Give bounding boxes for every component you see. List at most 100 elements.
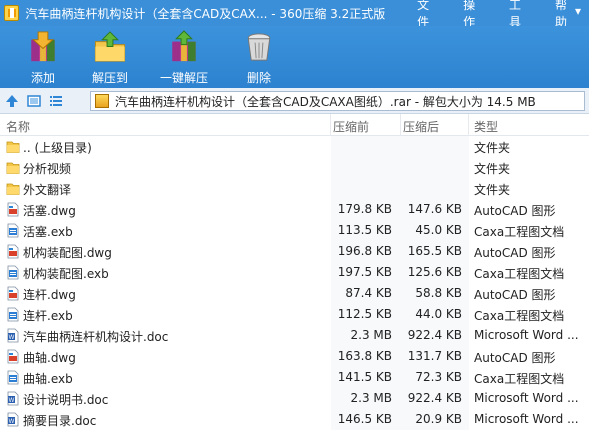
- file-type: 文件夹: [474, 162, 511, 176]
- dwg-file-icon: [6, 202, 20, 217]
- file-size: 2.3 MB: [350, 328, 392, 342]
- file-compressed-size: 165.5 KB: [407, 244, 462, 258]
- file-size: 87.4 KB: [345, 286, 392, 300]
- file-size: 113.5 KB: [337, 223, 392, 237]
- file-row[interactable]: W 设计说明书.doc 2.3 MB 922.4 KB Microsoft Word .…: [0, 388, 589, 409]
- file-row[interactable]: .. (上级目录) 文件夹: [0, 136, 589, 157]
- exb-file-icon: [6, 307, 20, 322]
- extract-to-button[interactable]: 解压到: [78, 26, 142, 86]
- word-file-icon: W: [6, 328, 20, 343]
- extract-to-label: 解压到: [91, 71, 128, 85]
- file-compressed-size: 44.0 KB: [415, 307, 462, 321]
- file-row[interactable]: 活塞.dwg 179.8 KB 147.6 KB AutoCAD 图形: [0, 199, 589, 220]
- file-type: Caxa工程图文档: [474, 225, 565, 239]
- file-row[interactable]: 分析视频 文件夹: [0, 157, 589, 178]
- dwg-file-icon: [6, 349, 20, 364]
- file-name: 连杆.dwg: [23, 288, 76, 302]
- file-size: 197.5 KB: [337, 265, 392, 279]
- file-row[interactable]: 外文翻译 文件夹: [0, 178, 589, 199]
- file-row[interactable]: 活塞.exb 113.5 KB 45.0 KB Caxa工程图文档: [0, 220, 589, 241]
- file-name: 分析视频: [23, 162, 72, 176]
- file-compressed-size: 58.8 KB: [415, 286, 462, 300]
- column-size[interactable]: 压缩前: [333, 118, 369, 135]
- word-file-icon: W: [6, 391, 20, 406]
- column-divider[interactable]: [330, 114, 331, 136]
- file-row[interactable]: W 摘要目录.doc 146.5 KB 20.9 KB Microsoft Word .…: [0, 409, 589, 430]
- up-arrow-icon[interactable]: [2, 91, 22, 111]
- column-type[interactable]: 类型: [474, 118, 498, 135]
- file-name: 摘要目录.doc: [23, 414, 97, 428]
- archive-path-field[interactable]: 汽车曲柄连杆机构设计（全套含CAD及CAXA图纸）.rar - 解包大小为 14…: [90, 91, 585, 111]
- file-type: 文件夹: [474, 141, 511, 155]
- app-logo-icon: [4, 5, 20, 21]
- extract-to-icon: [94, 31, 126, 62]
- file-size: 196.8 KB: [337, 244, 392, 258]
- column-divider[interactable]: [400, 114, 401, 136]
- file-row[interactable]: 机构装配图.exb 197.5 KB 125.6 KB Caxa工程图文档: [0, 262, 589, 283]
- file-compressed-size: 922.4 KB: [407, 391, 462, 405]
- folder-icon: [6, 160, 20, 175]
- chevron-down-icon[interactable]: ▾: [575, 4, 581, 18]
- file-compressed-size: 147.6 KB: [407, 202, 462, 216]
- exb-file-icon: [6, 223, 20, 238]
- file-name: 曲轴.exb: [23, 372, 73, 386]
- file-type: Caxa工程图文档: [474, 372, 565, 386]
- delete-label: 删除: [246, 71, 271, 85]
- file-compressed-size: 20.9 KB: [415, 412, 462, 426]
- file-name: 设计说明书.doc: [23, 393, 109, 407]
- add-button[interactable]: 添加: [10, 26, 76, 86]
- file-type: Microsoft Word ...: [474, 391, 579, 405]
- svg-text:W: W: [9, 335, 15, 341]
- file-type: AutoCAD 图形: [474, 351, 556, 365]
- file-size: 141.5 KB: [337, 370, 392, 384]
- dwg-file-icon: [6, 286, 20, 301]
- dwg-file-icon: [6, 244, 20, 259]
- archive-icon: [95, 94, 109, 108]
- folder-icon: [6, 139, 20, 154]
- file-compressed-size: 125.6 KB: [407, 265, 462, 279]
- column-compressed[interactable]: 压缩后: [403, 118, 439, 135]
- trash-icon: [247, 33, 271, 61]
- view-icons-icon[interactable]: [24, 91, 44, 111]
- file-compressed-size: 72.3 KB: [415, 370, 462, 384]
- delete-button[interactable]: 删除: [226, 26, 292, 86]
- column-divider[interactable]: [468, 114, 469, 136]
- file-row[interactable]: 曲轴.dwg 163.8 KB 131.7 KB AutoCAD 图形: [0, 346, 589, 367]
- file-compressed-size: 922.4 KB: [407, 328, 462, 342]
- file-row[interactable]: 曲轴.exb 141.5 KB 72.3 KB Caxa工程图文档: [0, 367, 589, 388]
- file-name: 机构装配图.dwg: [23, 246, 112, 260]
- exb-file-icon: [6, 370, 20, 385]
- file-name: 汽车曲柄连杆机构设计.doc: [23, 330, 169, 344]
- one-click-extract-label: 一键解压: [159, 71, 208, 85]
- file-row[interactable]: W 汽车曲柄连杆机构设计.doc 2.3 MB 922.4 KB Microsoft W…: [0, 325, 589, 346]
- file-name: 曲轴.dwg: [23, 351, 76, 365]
- file-name: 活塞.dwg: [23, 204, 76, 218]
- file-compressed-size: 131.7 KB: [407, 349, 462, 363]
- file-type: Caxa工程图文档: [474, 267, 565, 281]
- address-bar: 汽车曲柄连杆机构设计（全套含CAD及CAXA图纸）.rar - 解包大小为 14…: [0, 88, 589, 114]
- svg-text:W: W: [9, 419, 15, 425]
- exb-file-icon: [6, 265, 20, 280]
- file-type: AutoCAD 图形: [474, 246, 556, 260]
- file-row[interactable]: 连杆.exb 112.5 KB 44.0 KB Caxa工程图文档: [0, 304, 589, 325]
- archive-path-text: 汽车曲柄连杆机构设计（全套含CAD及CAXA图纸）.rar - 解包大小为 14…: [115, 94, 536, 109]
- one-click-extract-icon: [172, 30, 196, 62]
- svg-text:W: W: [9, 398, 15, 404]
- file-name: 机构装配图.exb: [23, 267, 109, 281]
- file-name: 外文翻译: [23, 183, 72, 197]
- file-type: Microsoft Word ...: [474, 412, 579, 426]
- file-size: 112.5 KB: [337, 307, 392, 321]
- one-click-extract-button[interactable]: 一键解压: [144, 26, 224, 86]
- column-header: 名称 压缩前 压缩后 类型: [0, 114, 589, 136]
- toolbar: 添加 解压到 一键解压 删除: [0, 26, 589, 88]
- file-row[interactable]: 机构装配图.dwg 196.8 KB 165.5 KB AutoCAD 图形: [0, 241, 589, 262]
- add-label: 添加: [30, 71, 55, 85]
- view-list-icon[interactable]: [46, 91, 66, 111]
- column-name[interactable]: 名称: [6, 118, 30, 135]
- file-compressed-size: 45.0 KB: [415, 223, 462, 237]
- file-name: .. (上级目录): [23, 141, 92, 155]
- folder-icon: [6, 181, 20, 196]
- file-size: 179.8 KB: [337, 202, 392, 216]
- title-bar: 汽车曲柄连杆机构设计（全套含CAD及CAX... - 360压缩 3.2正式版 …: [0, 0, 589, 29]
- file-row[interactable]: 连杆.dwg 87.4 KB 58.8 KB AutoCAD 图形: [0, 283, 589, 304]
